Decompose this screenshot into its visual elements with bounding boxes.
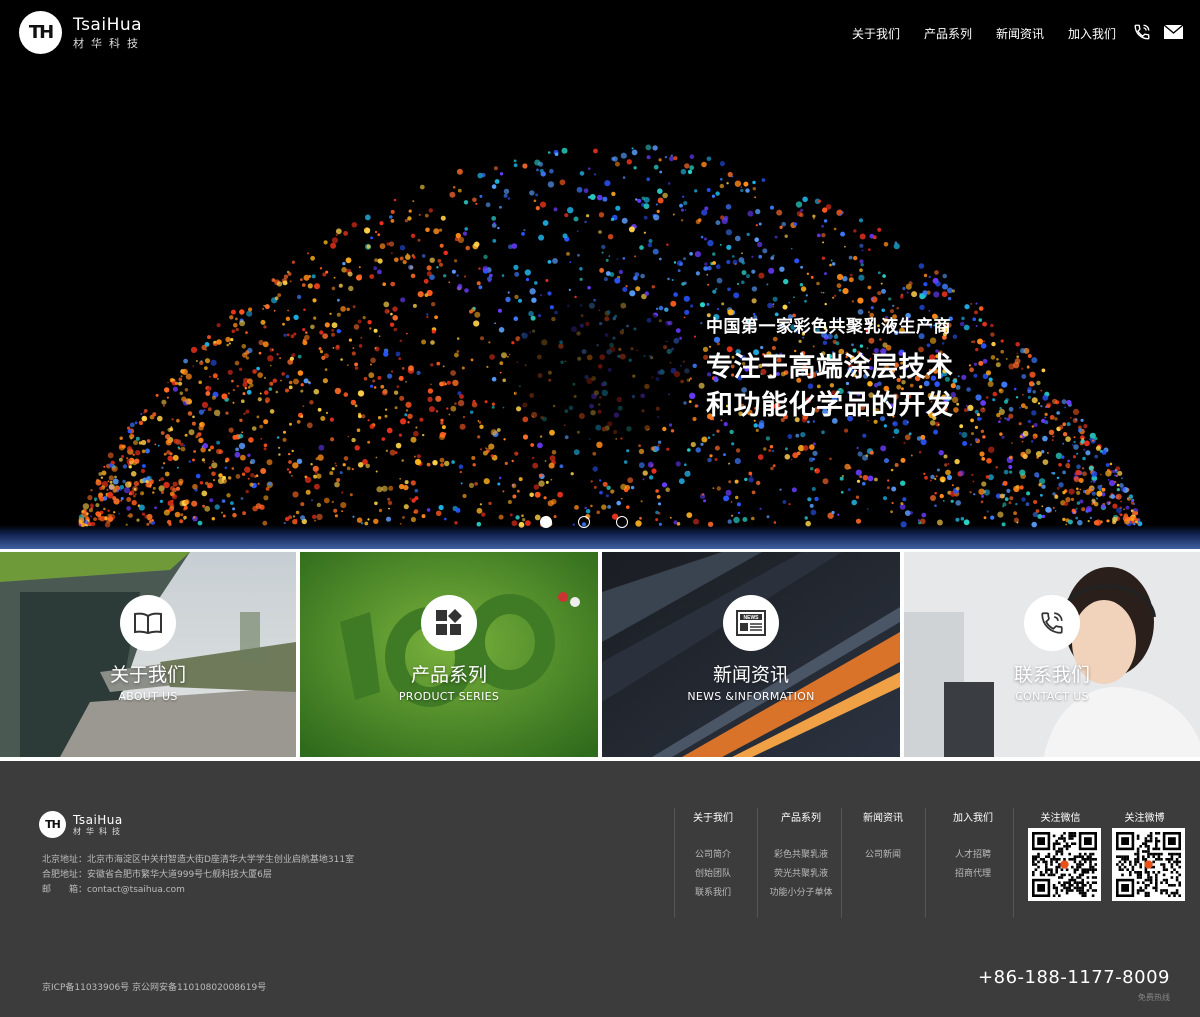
- footer-logo-mark: TH: [39, 811, 66, 838]
- wechat-qr-code[interactable]: [1028, 828, 1101, 901]
- blocks-icon: [421, 595, 477, 651]
- logo-name-en: TsaiHua: [73, 14, 143, 35]
- logo-name-cn: 材华科技: [73, 36, 145, 50]
- tile-products-title: 产品系列: [410, 664, 487, 686]
- hero-headline-1: 专注于高端涂层技术: [706, 352, 954, 383]
- hero-tagline: 中国第一家彩色共聚乳液生产商: [706, 317, 951, 337]
- footer-link[interactable]: 公司简介: [680, 846, 746, 865]
- main-nav: 关于我们 产品系列 新闻资讯 加入我们: [852, 25, 1116, 42]
- news-icon: NEWS: [723, 595, 779, 651]
- hero-copy: 中国第一家彩色共聚乳液生产商 专注于高端涂层技术 和功能化学品的开发: [706, 312, 954, 425]
- hero-banner: TH TsaiHua 材华科技 关于我们 产品系列 新闻资讯 加入我们 中国第一…: [0, 0, 1200, 549]
- footer-divider: [757, 808, 758, 918]
- wechat-label: 关注微信: [1040, 813, 1081, 824]
- tile-news-title: 新闻资讯: [712, 664, 789, 686]
- carousel-dot-2[interactable]: [578, 516, 590, 528]
- footer-divider: [1013, 808, 1014, 918]
- footer-divider: [674, 808, 675, 918]
- address-hefei: 合肥地址：安徽省合肥市繁华大道999号七舰科技大厦6层: [42, 870, 272, 880]
- footer-divider: [925, 808, 926, 918]
- tile-about-image: [0, 552, 296, 757]
- footer-col-news: 新闻资讯 公司新闻: [850, 809, 916, 865]
- footer-link[interactable]: 创始团队: [680, 865, 746, 884]
- footer-logo-name-en: TsaiHua: [73, 812, 123, 827]
- site-footer: TH TsaiHua 材华科技 北京地址：北京市海淀区中关村智造大街D座清华大学…: [0, 761, 1200, 1017]
- qr-code-icon: [1116, 832, 1181, 897]
- footer-link[interactable]: 公司新闻: [850, 846, 916, 865]
- feature-tiles: 关于我们 ABOUT US 产品系列 PRODUCT SERIES NEWS 新…: [0, 549, 1200, 761]
- tile-products-image: [300, 552, 598, 757]
- footer-col-title: 新闻资讯: [863, 813, 903, 824]
- address-beijing: 北京地址：北京市海淀区中关村智造大街D座清华大学学生创业启航基地311室: [42, 855, 355, 865]
- tile-about-title: 关于我们: [109, 664, 186, 686]
- footer-col-title: 产品系列: [781, 813, 821, 824]
- hotline-number: +86-188-1177-8009: [978, 967, 1170, 988]
- weibo-label: 关注微博: [1124, 813, 1165, 824]
- tile-contact-image: [904, 552, 1200, 757]
- tile-about-subtitle: ABOUT US: [118, 690, 178, 703]
- tile-contact-subtitle: CONTACT US: [1015, 690, 1089, 703]
- hotline-label: 免费热线: [1138, 993, 1170, 1002]
- nav-item-products[interactable]: 产品系列: [924, 25, 972, 42]
- footer-divider: [841, 808, 842, 918]
- tile-news-subtitle: NEWS &INFORMATION: [687, 690, 815, 703]
- footer-col-products: 产品系列 彩色共聚乳液 荧光共聚乳液 功能小分子单体: [762, 809, 840, 903]
- qr-code-icon: [1032, 832, 1097, 897]
- hero-floor-glow: [0, 525, 1200, 549]
- footer-link[interactable]: 联系我们: [680, 884, 746, 903]
- weibo-qr-code[interactable]: [1112, 828, 1185, 901]
- mail-icon[interactable]: [1163, 22, 1183, 42]
- contact-email: 邮 箱：contact@tsaihua.com: [42, 885, 185, 895]
- footer-col-about: 关于我们 公司简介 创始团队 联系我们: [680, 809, 746, 903]
- footer-col-join: 加入我们 人才招聘 招商代理: [940, 809, 1006, 884]
- footer-address: 北京地址：北京市海淀区中关村智造大街D座清华大学学生创业启航基地311室 合肥地…: [42, 853, 354, 898]
- svg-text:NEWS: NEWS: [744, 615, 760, 621]
- site-header: TH TsaiHua 材华科技 关于我们 产品系列 新闻资讯 加入我们: [0, 0, 1200, 70]
- footer-link[interactable]: 荧光共聚乳液: [762, 865, 840, 884]
- tile-contact[interactable]: 联系我们 CONTACT US: [904, 552, 1200, 757]
- phone-icon[interactable]: [1132, 22, 1152, 42]
- book-icon: [120, 595, 176, 651]
- nav-item-join[interactable]: 加入我们: [1068, 25, 1116, 42]
- footer-col-title: 加入我们: [953, 813, 993, 824]
- hero-headline-2: 和功能化学品的开发: [706, 390, 954, 421]
- tile-products[interactable]: 产品系列 PRODUCT SERIES: [300, 552, 598, 757]
- icp-record: 京ICP备11033906号 京公网安备11010802008619号: [42, 983, 267, 993]
- carousel-dot-1[interactable]: [540, 516, 552, 528]
- footer-logo-name-cn: 材华科技: [73, 826, 125, 836]
- logo-mark: TH: [19, 11, 62, 54]
- tile-contact-title: 联系我们: [1013, 664, 1090, 686]
- carousel-dots: [540, 516, 628, 528]
- tile-products-subtitle: PRODUCT SERIES: [398, 690, 500, 703]
- footer-link[interactable]: 人才招聘: [940, 846, 1006, 865]
- nav-item-about[interactable]: 关于我们: [852, 25, 900, 42]
- footer-col-title: 关于我们: [693, 813, 733, 824]
- footer-logo[interactable]: TH TsaiHua 材华科技: [39, 811, 125, 838]
- tile-news-image: [602, 552, 900, 757]
- tile-about[interactable]: 关于我们 ABOUT US: [0, 552, 296, 757]
- footer-link[interactable]: 招商代理: [940, 865, 1006, 884]
- footer-link[interactable]: 彩色共聚乳液: [762, 846, 840, 865]
- carousel-dot-3[interactable]: [616, 516, 628, 528]
- tile-news[interactable]: NEWS 新闻资讯 NEWS &INFORMATION: [602, 552, 900, 757]
- phone-icon: [1024, 595, 1080, 651]
- hero-particle-artwork: [78, 144, 1143, 528]
- nav-item-news[interactable]: 新闻资讯: [996, 25, 1044, 42]
- site-logo[interactable]: TH TsaiHua 材华科技: [19, 11, 145, 54]
- footer-link[interactable]: 功能小分子单体: [762, 884, 840, 903]
